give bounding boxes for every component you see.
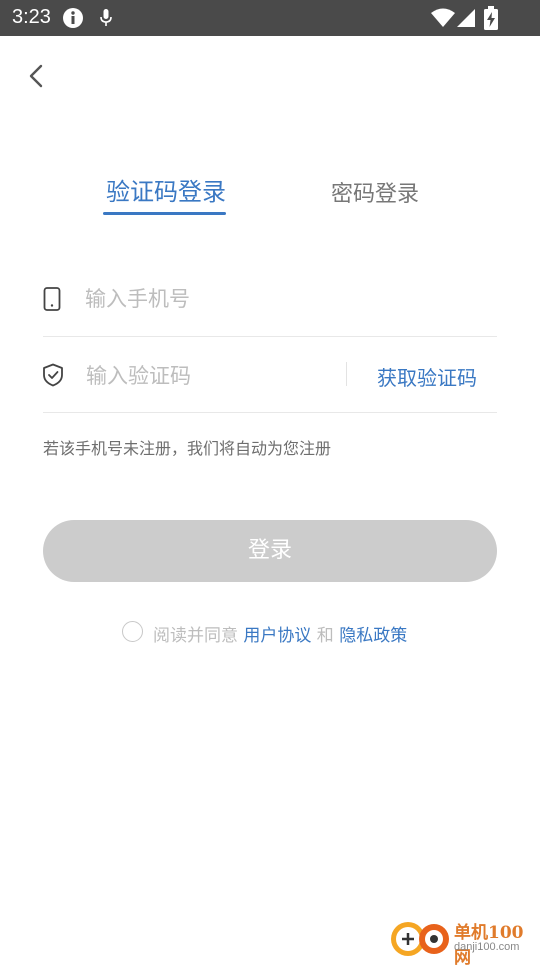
phone-input[interactable] — [85, 283, 485, 315]
agreement-and: 和 — [311, 626, 340, 646]
mic-icon — [100, 9, 112, 26]
phone-icon — [43, 287, 61, 311]
privacy-policy-link[interactable]: 隐私政策 — [339, 626, 407, 646]
auto-register-hint: 若该手机号未注册，我们将自动为您注册 — [43, 439, 332, 458]
get-code-button[interactable]: 获取验证码 — [377, 362, 477, 391]
agreement-checkbox[interactable] — [122, 621, 143, 642]
divider — [43, 336, 497, 337]
tab-sms-login[interactable]: 验证码登录 — [106, 172, 226, 207]
status-time: 3:23 — [12, 6, 51, 28]
login-button[interactable]: 登录 — [43, 520, 497, 582]
watermark: 单机100网 danji100.com — [390, 915, 540, 968]
active-tab-indicator — [103, 212, 226, 215]
status-bar: 3:23 — [0, 0, 540, 36]
battery-charging-icon — [484, 6, 498, 30]
user-agreement-link[interactable]: 用户协议 — [243, 626, 311, 646]
shield-icon — [43, 363, 63, 387]
watermark-logo-icon — [391, 922, 449, 956]
back-button[interactable] — [24, 62, 52, 90]
info-icon — [63, 8, 83, 28]
watermark-url: danji100.com — [454, 941, 520, 953]
agreement-prefix: 阅读并同意 — [153, 626, 244, 646]
divider — [43, 412, 497, 413]
verification-code-input[interactable] — [86, 360, 336, 392]
field-separator — [346, 362, 347, 386]
wifi-icon — [431, 8, 455, 27]
tab-password-login[interactable]: 密码登录 — [331, 176, 419, 208]
signal-icon — [457, 9, 475, 27]
agreement-text: 阅读并同意 用户协议 和 隐私政策 — [153, 621, 407, 646]
